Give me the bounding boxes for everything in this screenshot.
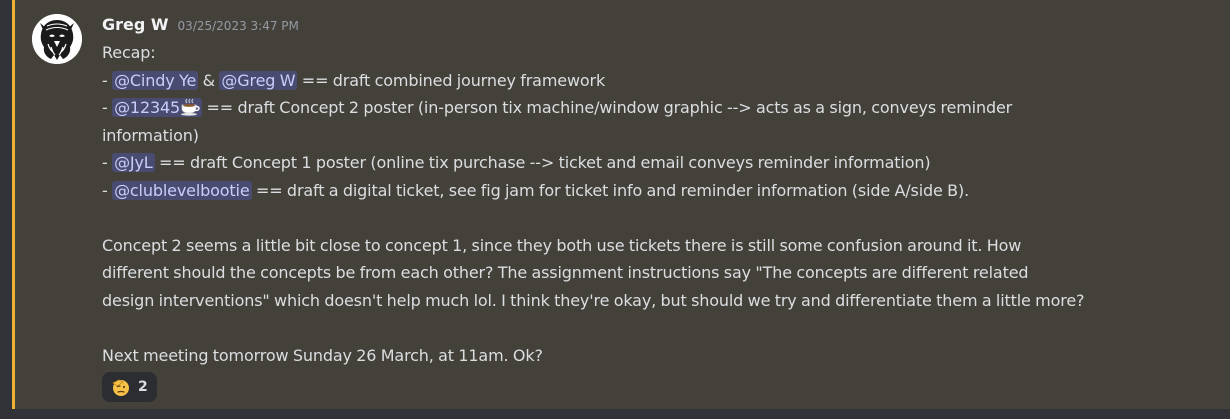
dash: - bbox=[102, 180, 113, 200]
reaction-count: 2 bbox=[138, 379, 148, 395]
author-name[interactable]: Greg W bbox=[102, 15, 169, 34]
dash: - bbox=[102, 98, 113, 117]
reaction-button[interactable]: 2 bbox=[102, 372, 157, 402]
task-text-4: == draft a digital ticket, see fig jam f… bbox=[251, 180, 970, 200]
mention-12345[interactable]: @12345 bbox=[112, 98, 203, 117]
avatar[interactable] bbox=[32, 14, 82, 64]
ampersand: & bbox=[198, 70, 220, 90]
mention-jyl[interactable]: @JyL bbox=[112, 153, 155, 172]
chat-view: Greg W 03/25/2023 3:47 PM Recap: - @Cind… bbox=[0, 0, 1230, 419]
message[interactable]: Greg W 03/25/2023 3:47 PM Recap: - @Cind… bbox=[12, 0, 1230, 409]
paragraph-line-1: Concept 2 seems a little bit close to co… bbox=[102, 235, 1022, 255]
task-line-3: - @JyL == draft Concept 1 poster (online… bbox=[102, 149, 1202, 177]
message-header: Greg W 03/25/2023 3:47 PM bbox=[102, 15, 1202, 39]
mention-highlight-bar bbox=[12, 0, 15, 409]
task-text-1: == draft combined journey framework bbox=[297, 70, 606, 90]
mention-cindy-ye[interactable]: @Cindy Ye bbox=[112, 70, 199, 90]
wolf-head-icon bbox=[32, 14, 82, 64]
timestamp[interactable]: 03/25/2023 3:47 PM bbox=[178, 19, 299, 33]
mention-12345-label: @12345 bbox=[114, 98, 181, 117]
saluting-face-icon bbox=[112, 379, 129, 396]
task-text-2a: == draft Concept 2 poster (in-person tix… bbox=[202, 98, 1013, 117]
message-content: Greg W 03/25/2023 3:47 PM Recap: - @Cind… bbox=[102, 15, 1202, 369]
recap-line: Recap: bbox=[102, 43, 156, 62]
paragraph-line-2: different should the concepts be from ea… bbox=[102, 263, 1029, 282]
task-line-2: - @12345 == draft Concept 2 poster (in-p… bbox=[102, 94, 1202, 122]
mention-clublevelbootie[interactable]: @clublevelbootie bbox=[112, 180, 252, 200]
paragraph-line-3: design interventions" which doesn't help… bbox=[102, 290, 1085, 310]
message-body: Recap: - @Cindy Ye & @Greg W == draft co… bbox=[102, 39, 1202, 369]
next-meeting-line: Next meeting tomorrow Sunday 26 March, a… bbox=[102, 345, 543, 365]
reactions-bar: 2 bbox=[102, 372, 157, 402]
dash: - bbox=[102, 70, 113, 90]
task-line-2-continued: information) bbox=[102, 125, 199, 145]
coffee-cup-icon bbox=[181, 98, 200, 116]
task-line-1: - @Cindy Ye & @Greg W == draft combined … bbox=[102, 67, 1202, 95]
dash: - bbox=[102, 153, 113, 172]
mention-greg-w[interactable]: @Greg W bbox=[219, 70, 298, 90]
task-text-3: == draft Concept 1 poster (online tix pu… bbox=[154, 153, 931, 172]
task-line-4: - @clublevelbootie == draft a digital ti… bbox=[102, 177, 1202, 205]
